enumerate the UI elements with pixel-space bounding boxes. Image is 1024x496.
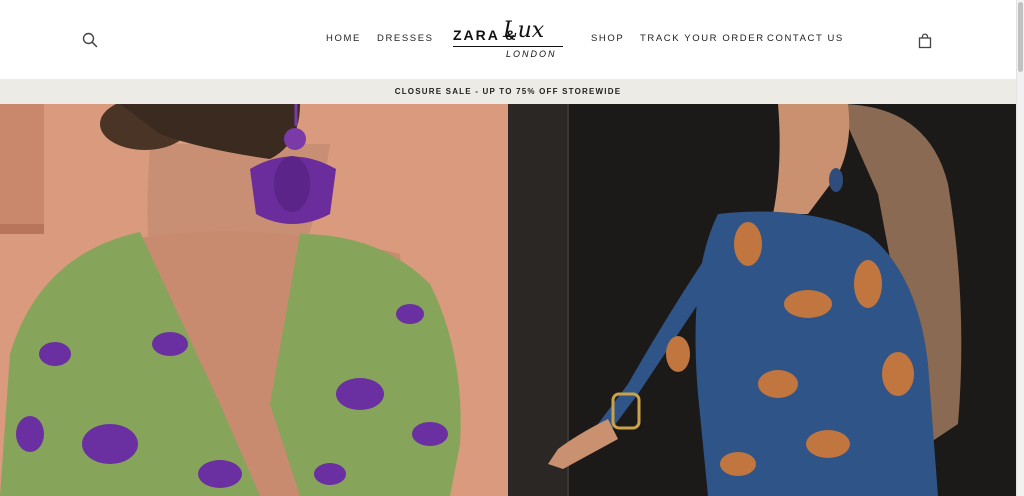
brand-logo[interactable]: ZARA & Lux LONDON <box>451 18 567 64</box>
hero-image-left[interactable] <box>0 104 508 496</box>
nav-contact[interactable]: CONTACT US <box>767 33 844 44</box>
page-scrollbar[interactable] <box>1016 0 1024 496</box>
search-icon <box>82 32 98 48</box>
nav-dresses[interactable]: DRESSES <box>377 33 434 44</box>
model-green-dress-photo <box>0 104 508 496</box>
model-blue-dress-photo <box>508 104 1016 496</box>
shopping-bag-icon <box>918 33 932 49</box>
hero-banner <box>0 104 1016 496</box>
nav-shop[interactable]: SHOP <box>591 33 624 44</box>
hero-image-right[interactable] <box>508 104 1016 496</box>
nav-home[interactable]: HOME <box>326 33 361 44</box>
logo-script: Lux <box>503 18 545 43</box>
announcement-bar: CLOSURE SALE - UP TO 75% OFF STOREWIDE <box>0 79 1016 104</box>
logo-rule <box>453 46 563 47</box>
scrollbar-thumb[interactable] <box>1018 2 1023 72</box>
cart-button[interactable] <box>914 30 936 52</box>
site-header: HOME DRESSES ZARA & Lux LONDON SHOP TRAC… <box>0 0 1016 79</box>
search-button[interactable] <box>80 30 100 50</box>
nav-track-order[interactable]: TRACK YOUR ORDER <box>640 33 765 44</box>
announcement-text: CLOSURE SALE - UP TO 75% OFF STOREWIDE <box>394 87 622 96</box>
logo-city: LONDON <box>506 49 557 59</box>
